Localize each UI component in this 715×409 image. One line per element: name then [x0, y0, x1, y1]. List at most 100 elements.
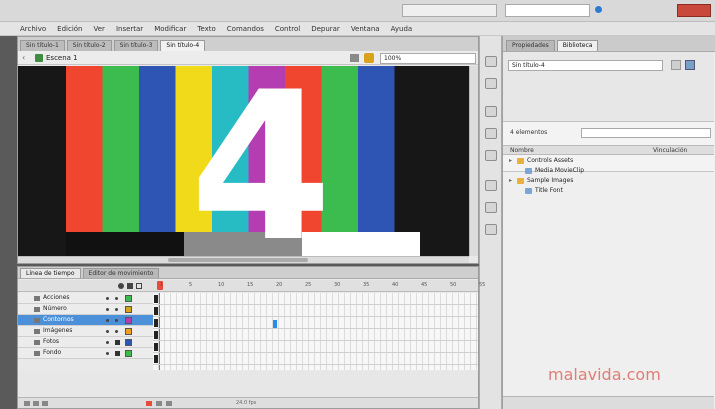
menu-item[interactable]: Edición: [57, 25, 82, 33]
visibility-dot-icon[interactable]: [106, 341, 109, 344]
document-tab[interactable]: Sin título-2: [66, 40, 112, 51]
document-tab[interactable]: Sin título-1: [20, 40, 65, 51]
pin-icon[interactable]: [671, 60, 681, 70]
menu-item[interactable]: Ventana: [351, 25, 380, 33]
frame-grid[interactable]: [153, 293, 478, 370]
scene-label[interactable]: Escena 1: [46, 54, 78, 62]
new-library-icon[interactable]: [685, 60, 695, 70]
panel-tab[interactable]: Propiedades: [506, 40, 555, 51]
back-arrow-icon[interactable]: ‹: [22, 54, 25, 62]
text-tool-icon[interactable]: [485, 202, 497, 213]
keyframe[interactable]: [154, 343, 158, 351]
library-count-row: 4 elementos: [503, 127, 714, 139]
layer-name[interactable]: Contornos: [43, 315, 74, 325]
keyframe[interactable]: [154, 319, 158, 327]
stage-horizontal-scrollbar[interactable]: [18, 256, 469, 263]
visibility-dot-icon[interactable]: [106, 352, 109, 355]
layer-name[interactable]: Acciones: [43, 293, 70, 303]
visibility-dot-icon[interactable]: [106, 308, 109, 311]
lock-dot-icon[interactable]: [115, 330, 118, 333]
menu-item[interactable]: Modificar: [154, 25, 186, 33]
layer-row[interactable]: Fondo: [18, 348, 153, 359]
expand-arrow-icon[interactable]: ▸: [509, 156, 512, 166]
eye-icon[interactable]: [118, 283, 124, 289]
layer-color-swatch[interactable]: [125, 350, 132, 357]
lock-dot-icon[interactable]: [115, 319, 118, 322]
library-item[interactable]: Title Font: [503, 186, 714, 196]
pen-tool-icon[interactable]: [485, 180, 497, 191]
timeline-tab[interactable]: Línea de tiempo: [20, 268, 81, 278]
zoom-select[interactable]: 100%: [380, 53, 476, 64]
outline-icon[interactable]: [136, 283, 142, 289]
lock-icon[interactable]: [115, 351, 120, 356]
layer-color-swatch[interactable]: [125, 295, 132, 302]
menu-item[interactable]: Control: [275, 25, 300, 33]
3d-tool-icon[interactable]: [485, 128, 497, 139]
center-frame-icon[interactable]: [146, 401, 152, 406]
layer-color-swatch[interactable]: [125, 328, 132, 335]
layer-name[interactable]: Imágenes: [43, 326, 72, 336]
visibility-dot-icon[interactable]: [106, 319, 109, 322]
layer-color-swatch[interactable]: [125, 317, 132, 324]
stage-vertical-scrollbar[interactable]: [469, 66, 478, 256]
window-controls[interactable]: [677, 4, 711, 17]
layer-row[interactable]: Contornos: [18, 315, 153, 326]
keyframe[interactable]: [154, 355, 158, 363]
keyframe[interactable]: [154, 331, 158, 339]
brush-tool-icon[interactable]: [485, 224, 497, 235]
scroll-thumb[interactable]: [168, 258, 308, 262]
document-tab[interactable]: Sin título-4: [160, 40, 206, 51]
arrow-tool-icon[interactable]: [485, 56, 497, 67]
menu-item[interactable]: Texto: [197, 25, 215, 33]
new-layer-icon[interactable]: [24, 401, 30, 406]
layer-color-swatch[interactable]: [125, 306, 132, 313]
delete-layer-icon[interactable]: [42, 401, 48, 406]
lasso-tool-icon[interactable]: [485, 150, 497, 161]
menu-item[interactable]: Insertar: [116, 25, 143, 33]
onion-skin-icon[interactable]: [156, 401, 162, 406]
edit-scene-icon[interactable]: [350, 54, 359, 62]
menu-item[interactable]: Comandos: [227, 25, 264, 33]
library-item[interactable]: ▸ Controls Assets: [503, 156, 714, 166]
onion-outline-icon[interactable]: [166, 401, 172, 406]
frame-number: 35: [363, 282, 370, 288]
layer-row[interactable]: Fotos: [18, 337, 153, 348]
search-input[interactable]: [505, 4, 590, 17]
layer-name[interactable]: Número: [43, 304, 67, 314]
lock-dot-icon[interactable]: [115, 308, 118, 311]
edit-symbol-icon[interactable]: [364, 53, 374, 63]
visibility-dot-icon[interactable]: [106, 297, 109, 300]
layer-name[interactable]: Fondo: [43, 348, 61, 358]
document-tab[interactable]: Sin título-3: [113, 40, 159, 51]
lock-icon[interactable]: [115, 340, 120, 345]
layer-color-swatch[interactable]: [125, 339, 132, 346]
lock-icon[interactable]: [127, 283, 133, 289]
keyframe[interactable]: [154, 295, 158, 303]
new-folder-icon[interactable]: [33, 401, 39, 406]
timeline-tab[interactable]: Editor de movimiento: [82, 268, 160, 278]
lock-dot-icon[interactable]: [115, 297, 118, 300]
transform-tool-icon[interactable]: [485, 106, 497, 117]
column-linkage[interactable]: Vinculación: [653, 147, 687, 154]
menu-item[interactable]: Ver: [94, 25, 105, 33]
panel-tab[interactable]: Biblioteca: [556, 40, 599, 51]
menu-item[interactable]: Depurar: [311, 25, 340, 33]
stage[interactable]: 4: [18, 66, 469, 256]
library-item[interactable]: ▸ Sample Images: [503, 176, 714, 186]
library-search-input[interactable]: [581, 128, 711, 138]
layer-row[interactable]: Acciones: [18, 293, 153, 304]
library-document-select[interactable]: Sin título-4: [508, 60, 663, 71]
expand-arrow-icon[interactable]: ▸: [509, 176, 512, 186]
layer-row[interactable]: Número: [18, 304, 153, 315]
cs-live-button[interactable]: [595, 5, 640, 16]
visibility-dot-icon[interactable]: [106, 330, 109, 333]
subselect-tool-icon[interactable]: [485, 78, 497, 89]
layer-row[interactable]: Imágenes: [18, 326, 153, 337]
keyframe[interactable]: [154, 307, 158, 315]
menu-item[interactable]: Archivo: [20, 25, 46, 33]
workspace-select[interactable]: [402, 4, 497, 17]
column-name[interactable]: Nombre: [510, 147, 534, 154]
layer-name[interactable]: Fotos: [43, 337, 59, 347]
library-item[interactable]: Media MovieClip: [503, 166, 714, 176]
menu-item[interactable]: Ayuda: [391, 25, 413, 33]
